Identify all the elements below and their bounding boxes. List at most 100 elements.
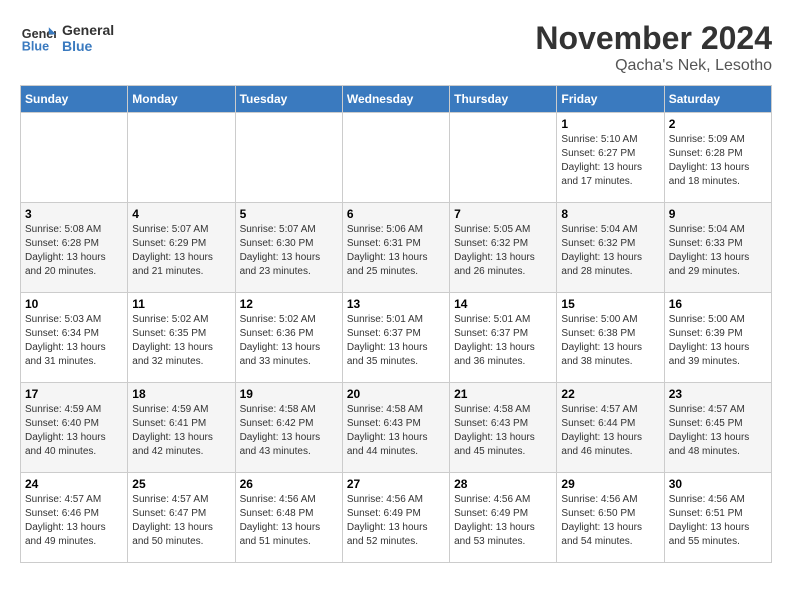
calendar-cell <box>450 113 557 203</box>
day-info: Sunrise: 5:05 AM Sunset: 6:32 PM Dayligh… <box>454 223 552 279</box>
day-info: Sunrise: 5:04 AM Sunset: 6:33 PM Dayligh… <box>669 223 767 279</box>
calendar-cell: 15Sunrise: 5:00 AM Sunset: 6:38 PM Dayli… <box>557 293 664 383</box>
day-info: Sunrise: 4:57 AM Sunset: 6:46 PM Dayligh… <box>25 493 123 549</box>
logo-line2: Blue <box>62 38 114 54</box>
calendar-table: SundayMondayTuesdayWednesdayThursdayFrid… <box>20 85 772 563</box>
week-row-4: 24 Sunrise: 4:57 AM Sunset: 6:46 PM Dayli… <box>21 473 772 563</box>
calendar-cell: 28 Sunrise: 4:56 AM Sunset: 6:49 PM Dayli… <box>450 473 557 563</box>
calendar-cell <box>21 113 128 203</box>
day-number: 1 <box>561 117 659 131</box>
header-tuesday: Tuesday <box>235 86 342 113</box>
day-info: Sunrise: 4:57 AM Sunset: 6:45 PM Dayligh… <box>669 403 767 459</box>
calendar-cell: 3 Sunrise: 5:08 AM Sunset: 6:28 PM Daylig… <box>21 203 128 293</box>
day-info: Sunrise: 4:56 AM Sunset: 6:51 PM Dayligh… <box>669 493 767 549</box>
day-info: Sunrise: 5:02 AM Sunset: 6:36 PM Dayligh… <box>240 313 338 369</box>
day-info: Sunrise: 5:01 AM Sunset: 6:37 PM Dayligh… <box>347 313 445 369</box>
day-number: 3 <box>25 207 123 221</box>
header-thursday: Thursday <box>450 86 557 113</box>
calendar-cell: 14 Sunrise: 5:01 AM Sunset: 6:37 PM Dayli… <box>450 293 557 383</box>
day-info: Sunrise: 5:09 AM Sunset: 6:28 PM Dayligh… <box>669 133 767 189</box>
day-info: Sunrise: 5:02 AM Sunset: 6:35 PM Dayligh… <box>132 313 230 369</box>
day-number: 6 <box>347 207 445 221</box>
week-row-0: 1 Sunrise: 5:10 AM Sunset: 6:27 PM Daylig… <box>21 113 772 203</box>
calendar-cell: 29Sunrise: 4:56 AM Sunset: 6:50 PM Dayli… <box>557 473 664 563</box>
logo-line1: General <box>62 22 114 38</box>
day-number: 25 <box>132 477 230 491</box>
calendar-cell: 2 Sunrise: 5:09 AM Sunset: 6:28 PM Daylig… <box>664 113 771 203</box>
day-number: 30 <box>669 477 767 491</box>
calendar-cell: 11 Sunrise: 5:02 AM Sunset: 6:35 PM Dayli… <box>128 293 235 383</box>
day-number: 23 <box>669 387 767 401</box>
week-row-2: 10Sunrise: 5:03 AM Sunset: 6:34 PM Dayli… <box>21 293 772 383</box>
calendar-cell: 13 Sunrise: 5:01 AM Sunset: 6:37 PM Dayli… <box>342 293 449 383</box>
calendar-cell <box>342 113 449 203</box>
calendar-cell: 30 Sunrise: 4:56 AM Sunset: 6:51 PM Dayli… <box>664 473 771 563</box>
header-friday: Friday <box>557 86 664 113</box>
calendar-cell: 12Sunrise: 5:02 AM Sunset: 6:36 PM Dayli… <box>235 293 342 383</box>
day-info: Sunrise: 4:58 AM Sunset: 6:42 PM Dayligh… <box>240 403 338 459</box>
calendar-cell: 19 Sunrise: 4:58 AM Sunset: 6:42 PM Dayli… <box>235 383 342 473</box>
day-number: 4 <box>132 207 230 221</box>
calendar-cell <box>235 113 342 203</box>
day-info: Sunrise: 4:59 AM Sunset: 6:40 PM Dayligh… <box>25 403 123 459</box>
day-info: Sunrise: 4:58 AM Sunset: 6:43 PM Dayligh… <box>454 403 552 459</box>
day-info: Sunrise: 5:06 AM Sunset: 6:31 PM Dayligh… <box>347 223 445 279</box>
title-block: November 2024 Qacha's Nek, Lesotho <box>535 20 772 75</box>
day-number: 16 <box>669 297 767 311</box>
day-info: Sunrise: 5:07 AM Sunset: 6:29 PM Dayligh… <box>132 223 230 279</box>
week-row-1: 3 Sunrise: 5:08 AM Sunset: 6:28 PM Daylig… <box>21 203 772 293</box>
day-number: 11 <box>132 297 230 311</box>
header-saturday: Saturday <box>664 86 771 113</box>
day-number: 27 <box>347 477 445 491</box>
calendar-cell: 8Sunrise: 5:04 AM Sunset: 6:32 PM Daylig… <box>557 203 664 293</box>
day-number: 19 <box>240 387 338 401</box>
day-info: Sunrise: 4:56 AM Sunset: 6:49 PM Dayligh… <box>347 493 445 549</box>
calendar-cell: 27 Sunrise: 4:56 AM Sunset: 6:49 PM Dayli… <box>342 473 449 563</box>
calendar-cell: 5 Sunrise: 5:07 AM Sunset: 6:30 PM Daylig… <box>235 203 342 293</box>
logo-icon: General Blue <box>20 20 56 56</box>
day-number: 10 <box>25 297 123 311</box>
calendar-cell: 25 Sunrise: 4:57 AM Sunset: 6:47 PM Dayli… <box>128 473 235 563</box>
day-number: 5 <box>240 207 338 221</box>
day-number: 17 <box>25 387 123 401</box>
page-header: General Blue General Blue November 2024 … <box>20 20 772 75</box>
day-number: 8 <box>561 207 659 221</box>
calendar-cell: 17 Sunrise: 4:59 AM Sunset: 6:40 PM Dayli… <box>21 383 128 473</box>
day-info: Sunrise: 5:07 AM Sunset: 6:30 PM Dayligh… <box>240 223 338 279</box>
day-number: 22 <box>561 387 659 401</box>
day-number: 24 <box>25 477 123 491</box>
day-number: 9 <box>669 207 767 221</box>
calendar-cell: 26Sunrise: 4:56 AM Sunset: 6:48 PM Dayli… <box>235 473 342 563</box>
calendar-cell: 9 Sunrise: 5:04 AM Sunset: 6:33 PM Daylig… <box>664 203 771 293</box>
week-row-3: 17 Sunrise: 4:59 AM Sunset: 6:40 PM Dayli… <box>21 383 772 473</box>
day-info: Sunrise: 5:01 AM Sunset: 6:37 PM Dayligh… <box>454 313 552 369</box>
day-info: Sunrise: 5:08 AM Sunset: 6:28 PM Dayligh… <box>25 223 123 279</box>
calendar-cell <box>128 113 235 203</box>
calendar-header-row: SundayMondayTuesdayWednesdayThursdayFrid… <box>21 86 772 113</box>
day-number: 15 <box>561 297 659 311</box>
calendar-cell: 16 Sunrise: 5:00 AM Sunset: 6:39 PM Dayli… <box>664 293 771 383</box>
day-number: 29 <box>561 477 659 491</box>
calendar-cell: 24 Sunrise: 4:57 AM Sunset: 6:46 PM Dayli… <box>21 473 128 563</box>
calendar-cell: 10Sunrise: 5:03 AM Sunset: 6:34 PM Dayli… <box>21 293 128 383</box>
day-info: Sunrise: 4:59 AM Sunset: 6:41 PM Dayligh… <box>132 403 230 459</box>
logo: General Blue General Blue <box>20 20 114 56</box>
day-number: 2 <box>669 117 767 131</box>
day-info: Sunrise: 4:56 AM Sunset: 6:48 PM Dayligh… <box>240 493 338 549</box>
svg-text:Blue: Blue <box>22 40 49 54</box>
calendar-cell: 18Sunrise: 4:59 AM Sunset: 6:41 PM Dayli… <box>128 383 235 473</box>
day-info: Sunrise: 4:56 AM Sunset: 6:49 PM Dayligh… <box>454 493 552 549</box>
calendar-cell: 23 Sunrise: 4:57 AM Sunset: 6:45 PM Dayli… <box>664 383 771 473</box>
calendar-cell: 1 Sunrise: 5:10 AM Sunset: 6:27 PM Daylig… <box>557 113 664 203</box>
day-number: 28 <box>454 477 552 491</box>
calendar-cell: 20Sunrise: 4:58 AM Sunset: 6:43 PM Dayli… <box>342 383 449 473</box>
day-info: Sunrise: 4:57 AM Sunset: 6:47 PM Dayligh… <box>132 493 230 549</box>
day-info: Sunrise: 4:58 AM Sunset: 6:43 PM Dayligh… <box>347 403 445 459</box>
day-info: Sunrise: 5:10 AM Sunset: 6:27 PM Dayligh… <box>561 133 659 189</box>
day-number: 13 <box>347 297 445 311</box>
header-monday: Monday <box>128 86 235 113</box>
calendar-cell: 7Sunrise: 5:05 AM Sunset: 6:32 PM Daylig… <box>450 203 557 293</box>
day-info: Sunrise: 5:00 AM Sunset: 6:39 PM Dayligh… <box>669 313 767 369</box>
day-number: 14 <box>454 297 552 311</box>
calendar-cell: 6 Sunrise: 5:06 AM Sunset: 6:31 PM Daylig… <box>342 203 449 293</box>
